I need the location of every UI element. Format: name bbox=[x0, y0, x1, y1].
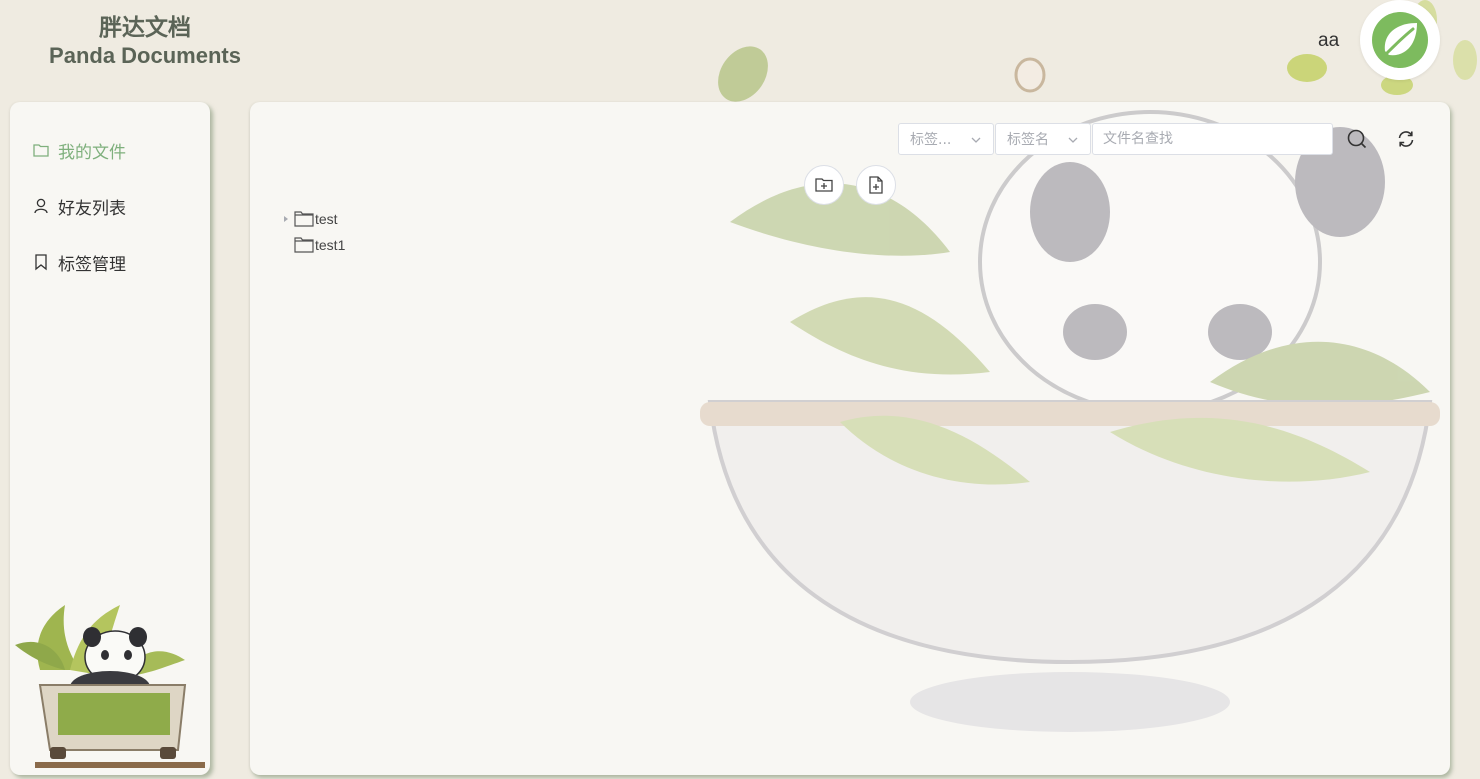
folder-icon bbox=[294, 236, 314, 254]
sidebar-item-label: 标签管理 bbox=[58, 254, 126, 275]
new-file-button[interactable] bbox=[856, 165, 896, 205]
seed-decoration-icon bbox=[1014, 57, 1046, 93]
folder-add-icon bbox=[815, 178, 833, 192]
file-add-icon bbox=[869, 176, 883, 194]
sidebar-item-friends[interactable]: 好友列表 bbox=[32, 193, 126, 219]
panda-planter-illustration bbox=[15, 605, 205, 768]
user-icon bbox=[32, 197, 50, 215]
sidebar-item-label: 好友列表 bbox=[58, 198, 126, 219]
tree-node-label: test1 bbox=[315, 237, 346, 253]
search-icon bbox=[1347, 129, 1367, 149]
username[interactable]: aa bbox=[1318, 30, 1339, 52]
chevron-down-icon bbox=[971, 137, 981, 143]
file-tree: test test1 bbox=[278, 206, 345, 258]
refresh-button[interactable] bbox=[1393, 126, 1419, 152]
avatar[interactable] bbox=[1360, 0, 1440, 80]
tag-name-select[interactable]: 标签名 bbox=[995, 123, 1091, 155]
bookmark-icon bbox=[32, 253, 50, 271]
sidebar-item-my-files[interactable]: 我的文件 bbox=[32, 137, 126, 163]
search-button[interactable] bbox=[1344, 126, 1370, 152]
tag-type-placeholder: 标签... bbox=[910, 132, 952, 148]
refresh-icon bbox=[1398, 131, 1414, 147]
caret-right-icon[interactable] bbox=[278, 215, 294, 223]
app-brand: 胖达文档 Panda Documents bbox=[30, 14, 260, 70]
tag-name-placeholder: 标签名 bbox=[1007, 132, 1049, 148]
tree-node-label: test bbox=[315, 211, 338, 227]
sidebar-item-tags[interactable]: 标签管理 bbox=[32, 249, 126, 275]
main-panel: 标签... 标签名 test bbox=[250, 102, 1450, 775]
sidebar: 我的文件 好友列表 标签管理 bbox=[10, 102, 210, 775]
tree-node-folder[interactable]: test bbox=[278, 206, 345, 232]
sidebar-item-label: 我的文件 bbox=[58, 142, 126, 163]
app-title-cn: 胖达文档 bbox=[99, 15, 191, 41]
filename-search-input[interactable] bbox=[1092, 123, 1333, 155]
tree-node-folder[interactable]: test1 bbox=[278, 232, 345, 258]
panda-bowl-background bbox=[700, 110, 1440, 732]
folder-icon bbox=[294, 210, 314, 228]
tag-type-select[interactable]: 标签... bbox=[898, 123, 994, 155]
new-folder-button[interactable] bbox=[804, 165, 844, 205]
spring-leaf-icon bbox=[1372, 12, 1428, 68]
app-title-en: Panda Documents bbox=[49, 43, 241, 68]
chevron-down-icon bbox=[1068, 137, 1078, 143]
folder-icon bbox=[32, 141, 50, 159]
